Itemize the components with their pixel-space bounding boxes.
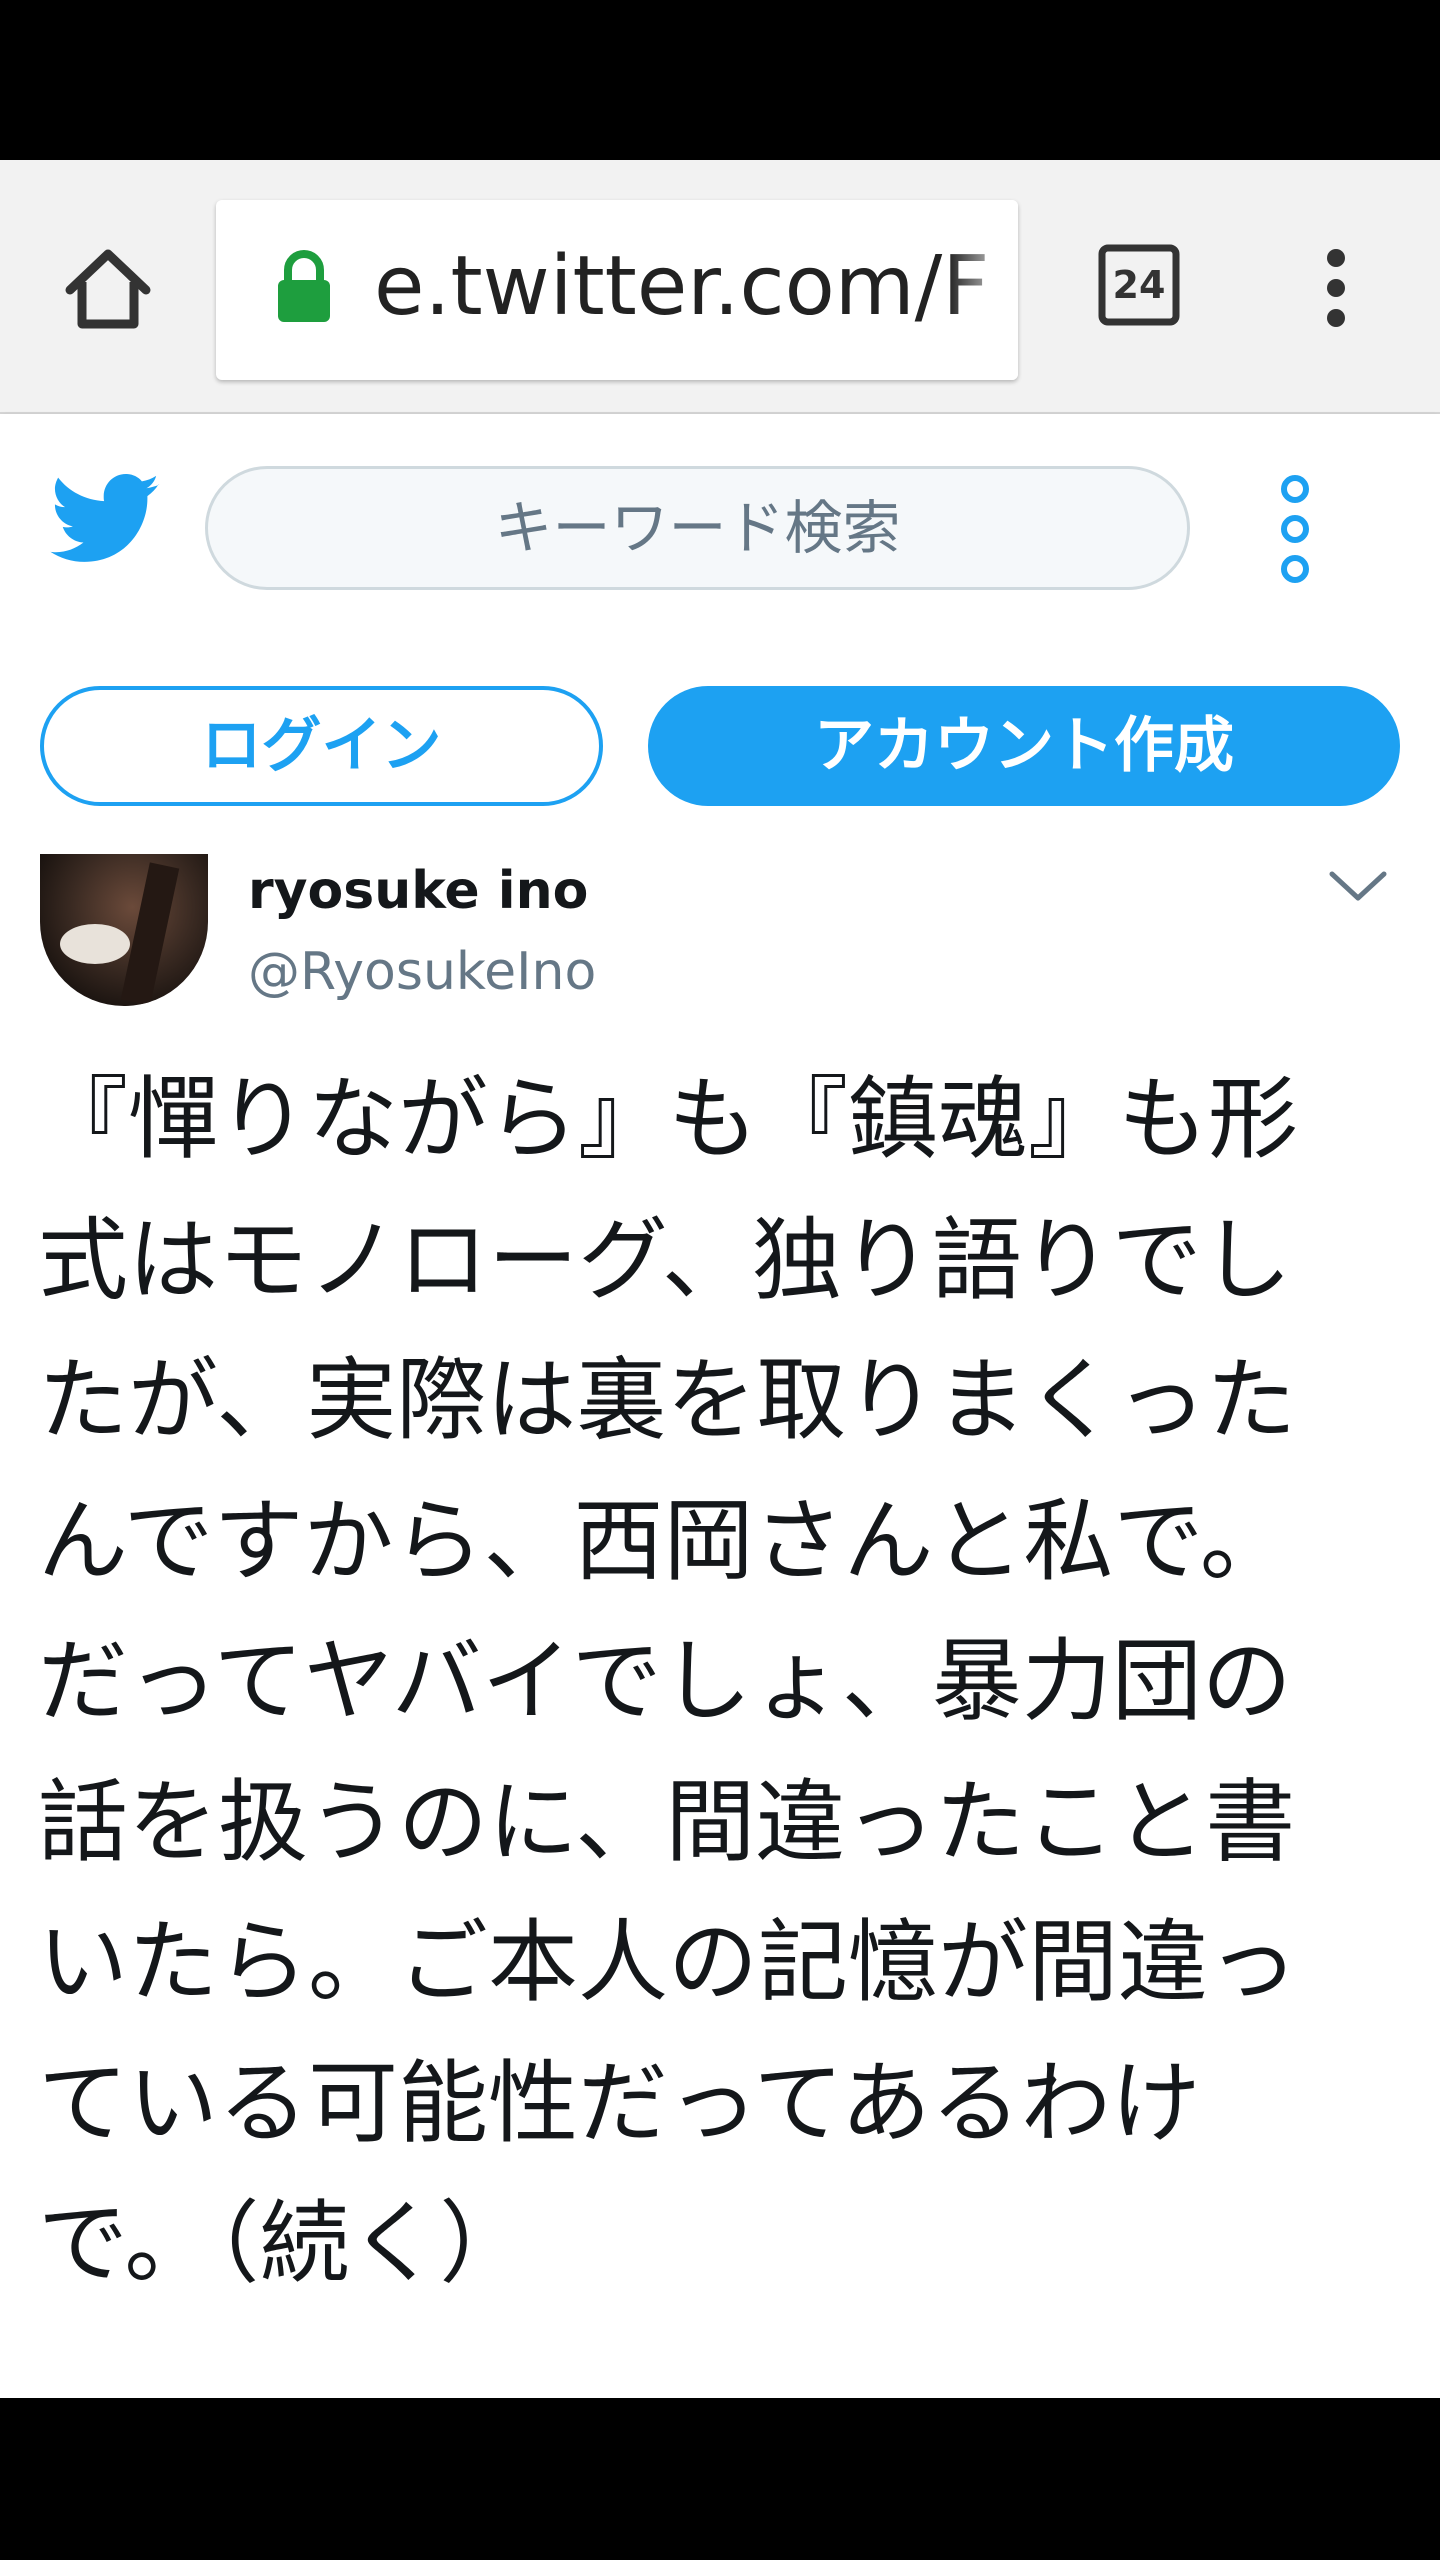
tweet-text-line: 話を扱うのに、間違ったこと書 [38, 1769, 1296, 1875]
avatar-detail [60, 924, 130, 964]
more-vert-icon [1327, 249, 1345, 327]
tweet-author-name[interactable]: ryosuke ino [248, 854, 588, 928]
tweet-text-line: 『憚りながら』も『鎮魂』も形 [38, 1067, 1298, 1172]
tab-switcher-button[interactable]: 24 [1098, 244, 1180, 326]
lock-icon [278, 250, 330, 322]
tweet-text-line: たが、実際は裏を取りまくった [38, 1348, 1297, 1453]
navigation-bar [0, 2398, 1440, 2560]
signup-button[interactable]: アカウント作成 [648, 686, 1400, 806]
search-input[interactable]: キーワード検索 [205, 466, 1190, 590]
browser-menu-button[interactable] [1310, 248, 1362, 328]
login-button[interactable]: ログイン [40, 686, 603, 806]
url-fade [948, 200, 1018, 380]
tweet-text-line: ている可能性だってあるわけ [38, 2050, 1201, 2156]
tweet-card: ryosuke ino @RyosukeIno 『憚りながら』も『鎮魂』も形 式… [0, 854, 1440, 2398]
twitter-more-button[interactable] [1270, 474, 1320, 584]
tweet-text-line: 式はモノローグ、独り語りでし [38, 1207, 1292, 1313]
status-bar [0, 0, 1440, 160]
twitter-header: キーワード検索 ログイン アカウント作成 [0, 414, 1440, 854]
tweet-text-line: で。（続く） [38, 2191, 530, 2296]
avatar-detail [120, 862, 180, 1006]
home-button[interactable] [60, 240, 156, 336]
avatar[interactable] [40, 854, 208, 1006]
twitter-bird-icon[interactable] [50, 474, 162, 566]
chevron-down-icon[interactable] [1326, 866, 1390, 906]
address-bar[interactable]: e.twitter.com/F [216, 200, 1018, 380]
tweet-text-line: いたら。ご本人の記憶が間違っ [38, 1910, 1298, 2015]
tweet-text-line: だってヤバイでしょ、暴力団の [38, 1629, 1292, 1734]
tab-count: 24 [1112, 263, 1166, 307]
more-dots-icon [1281, 475, 1309, 583]
url-text: e.twitter.com/F [374, 239, 990, 334]
browser-toolbar: e.twitter.com/F 24 [0, 160, 1440, 414]
search-placeholder: キーワード検索 [494, 494, 901, 562]
tweet-text: 『憚りながら』も『鎮魂』も形 式はモノローグ、独り語りでし たが、実際は裏を取り… [38, 1050, 1418, 2315]
home-icon [65, 249, 151, 329]
tweet-author-handle[interactable]: @RyosukeIno [248, 932, 596, 1012]
tweet-text-line: んですから、西岡さんと私で。 [38, 1488, 1290, 1594]
